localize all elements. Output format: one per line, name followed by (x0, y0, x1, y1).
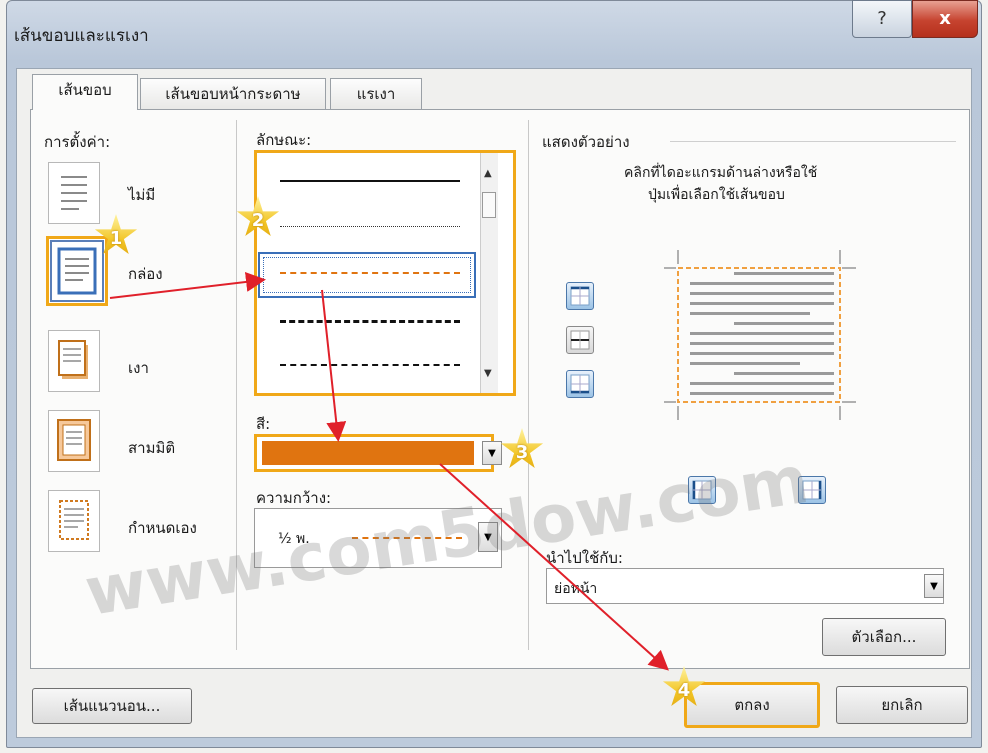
inside-horizontal-border-button[interactable] (566, 326, 594, 354)
apply-to-arrow-icon[interactable]: ▼ (924, 574, 944, 598)
style-heading: ลักษณะ: (256, 131, 312, 149)
setting-custom-icon (59, 500, 89, 540)
color-dropdown-arrow-icon[interactable]: ▼ (482, 441, 502, 465)
color-heading: สี: (256, 415, 271, 433)
setting-3d-icon (57, 419, 91, 461)
style-scrollbar[interactable] (480, 153, 498, 393)
help-button[interactable]: ? (852, 0, 912, 38)
style-option-fine-dash (280, 272, 460, 274)
preview-heading: แสดงตัวอย่าง (542, 133, 630, 151)
scroll-thumb[interactable] (482, 192, 496, 218)
preview-diagram[interactable] (650, 250, 860, 420)
style-option-solid[interactable] (280, 180, 460, 182)
options-button[interactable]: ตัวเลือก... (822, 618, 946, 656)
setting-3d-button[interactable] (48, 410, 100, 472)
tab-borders[interactable]: เส้นขอบ (32, 74, 138, 110)
setting-box-button[interactable] (46, 236, 108, 306)
preview-hint-line2: ปุ่มเพื่อเลือกใช้เส้นขอบ (648, 187, 785, 203)
dialog-title: เส้นขอบและแรเงา (14, 26, 149, 46)
tab-shading[interactable]: แรเงา (330, 78, 422, 110)
horizontal-line-button[interactable]: เส้นแนวนอน... (32, 688, 192, 724)
setting-none-icon (61, 176, 87, 210)
preview-heading-rule (670, 141, 956, 142)
setting-shadow-icon (58, 340, 88, 379)
setting-none-label: ไม่มี (128, 186, 156, 204)
setting-custom-label: กำหนดเอง (128, 519, 197, 537)
top-border-icon (570, 286, 590, 306)
style-option-dash-dot[interactable] (280, 364, 460, 366)
apply-to-value: ย่อหน้า (554, 581, 598, 597)
scroll-up-icon[interactable]: ▲ (484, 168, 492, 179)
setting-shadow-button[interactable] (48, 330, 100, 392)
setting-shadow-label: เงา (128, 359, 149, 377)
style-option-dashed[interactable] (280, 320, 460, 323)
top-border-button[interactable] (566, 282, 594, 310)
inside-horizontal-border-icon (570, 330, 590, 350)
column-divider-right (528, 120, 529, 650)
scroll-down-icon[interactable]: ▼ (484, 368, 492, 379)
style-option-dotted[interactable] (280, 226, 460, 227)
bottom-border-icon (570, 374, 590, 394)
settings-heading: การตั้งค่า: (44, 133, 111, 151)
tab-page-border[interactable]: เส้นขอบหน้ากระดาษ (140, 78, 326, 110)
setting-box-label: กล่อง (128, 265, 163, 283)
color-swatch (262, 441, 474, 465)
setting-custom-button[interactable] (48, 490, 100, 552)
setting-3d-label: สามมิติ (128, 439, 176, 457)
close-button[interactable]: x (912, 0, 978, 38)
setting-none-button[interactable] (48, 162, 100, 224)
bottom-border-button[interactable] (566, 370, 594, 398)
width-heading: ความกว้าง: (256, 489, 332, 507)
cancel-button[interactable]: ยกเลิก (836, 686, 968, 724)
ok-button[interactable]: ตกลง (684, 682, 820, 728)
apply-to-dropdown[interactable] (546, 568, 944, 604)
setting-box-icon (57, 247, 97, 295)
preview-hint-line1: คลิกที่ไดอะแกรมด้านล่างหรือใช้ (624, 165, 818, 181)
style-option-selected[interactable] (258, 252, 476, 298)
